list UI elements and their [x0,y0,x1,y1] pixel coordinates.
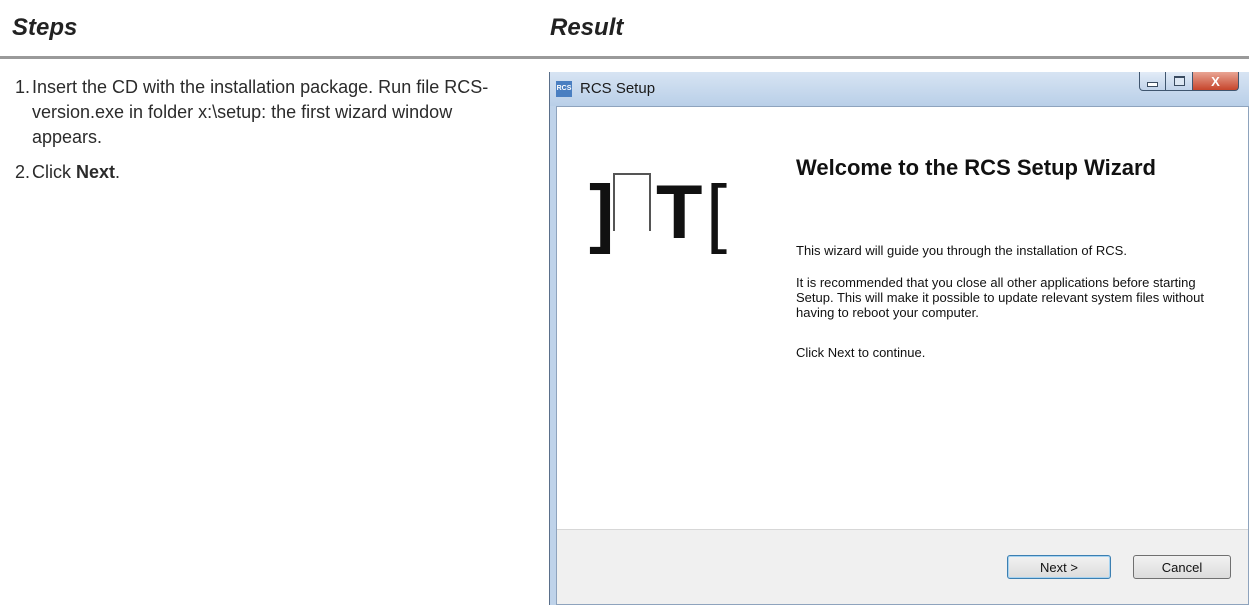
rcs-app-icon: RCS [556,81,572,97]
step-number: 1. [15,77,31,97]
wizard-button-bar: Next > Cancel [557,529,1248,604]
step-number: 2. [15,162,31,182]
cancel-button[interactable]: Cancel [1133,555,1231,579]
step-text-bold: Next [76,162,116,182]
minimize-icon [1147,81,1158,87]
wizard-heading: Welcome to the RCS Setup Wizard [796,155,1156,180]
next-button[interactable]: Next > [1007,555,1111,579]
maximize-icon [1173,76,1185,86]
maximize-button[interactable] [1166,72,1193,91]
header-divider [0,56,1249,59]
result-header: Result [550,14,624,41]
step-item: 2. Click Next. [15,160,515,185]
window-controls: X [1139,72,1239,91]
step-item: 1. Insert the CD with the installation p… [15,75,515,150]
close-button[interactable]: X [1193,72,1239,91]
steps-header: Steps [12,14,78,41]
step-text-prefix: Click [32,162,76,182]
title-bar[interactable]: RCS RCS Setup X [550,72,1249,106]
wizard-intro-text: This wizard will guide you through the i… [796,243,1127,258]
window-title: RCS Setup [580,80,656,97]
minimize-button[interactable] [1139,72,1166,91]
wizard-continue-text: Click Next to continue. [796,345,926,360]
wizard-client-area: ] T [ Welcome to the RCS Setup Wizard Th… [556,106,1249,605]
step-text-suffix: . [115,162,121,182]
wizard-recommendation-text: It is recommended that you close all oth… [796,275,1205,320]
close-icon: X [1211,73,1220,89]
steps-list: 1. Insert the CD with the installation p… [15,75,515,185]
step-text: Insert the CD with the installation pack… [32,77,489,147]
setup-window: RCS RCS Setup X ] T [ Welcome to the RCS… [549,72,1249,605]
